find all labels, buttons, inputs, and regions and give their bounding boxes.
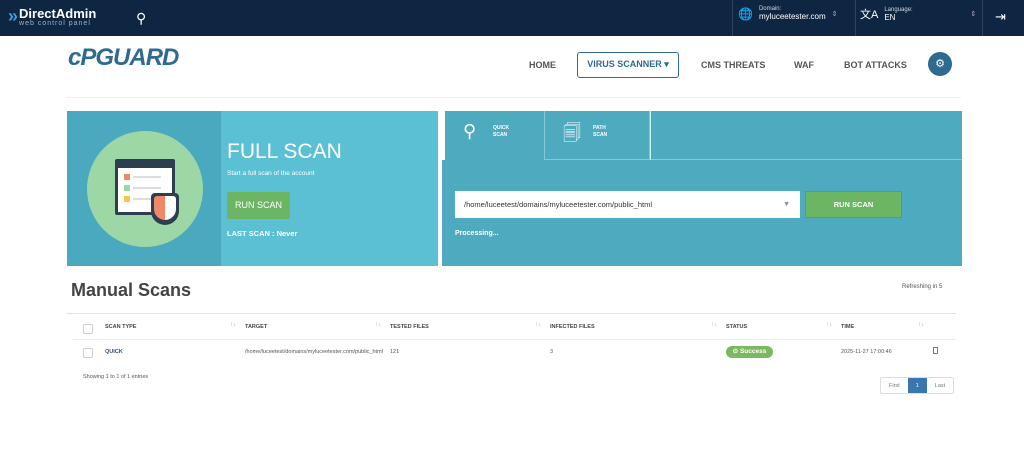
tab-label: QUICK xyxy=(493,125,510,131)
cell-tested-files: 121 xyxy=(390,349,400,355)
nav-home[interactable]: HOME xyxy=(529,60,556,70)
col-tested-files[interactable]: TESTED FILES xyxy=(390,324,429,330)
nav-bot-attacks[interactable]: BOT ATTACKS xyxy=(844,60,907,70)
col-infected-files[interactable]: INFECTED FILES xyxy=(550,324,595,330)
top-bar: » DirectAdmin web control panel ⚲ 🌐 Domai… xyxy=(0,0,1024,36)
updown-icon: ⇕ xyxy=(831,10,838,18)
status-text: Success xyxy=(739,348,767,355)
col-status[interactable]: STATUS xyxy=(726,324,747,330)
quick-scan-run-button[interactable]: RUN SCAN xyxy=(805,191,902,218)
col-scan-type[interactable]: SCAN TYPE xyxy=(105,324,136,330)
language-selector[interactable]: 文A Language: EN ⇕ xyxy=(860,6,976,22)
divider xyxy=(732,0,733,36)
cell-time: 2025-11-27 17:00:46 xyxy=(841,349,892,355)
path-value: /home/luceetest/domains/myluceetester.co… xyxy=(464,200,653,209)
entries-info: Showing 1 to 1 of 1 entries xyxy=(83,374,149,380)
status-badge: ⊙ Success xyxy=(726,346,773,358)
quick-scan-panel: ⚲ QUICK SCAN 🗐 PATH SCAN /home/luceetest/d… xyxy=(442,111,962,266)
manual-scans-title: Manual Scans xyxy=(71,280,192,300)
processing-status: Processing... xyxy=(455,230,499,237)
brand-sub: web control panel xyxy=(19,19,91,27)
sort-icon[interactable]: ↑↓ xyxy=(711,322,717,328)
caret-down-icon: ▾ xyxy=(664,59,669,69)
divider xyxy=(73,339,956,340)
full-scan-panel: FULL SCAN Start a full scan of the accou… xyxy=(67,111,438,266)
page-last[interactable]: Last xyxy=(927,378,953,393)
translate-icon: 文A xyxy=(860,9,879,21)
check-circle-icon: ⊙ xyxy=(732,348,739,355)
divider xyxy=(855,0,856,36)
refresh-countdown: Refreshing in 5 xyxy=(902,284,943,290)
row-checkbox[interactable] xyxy=(83,348,93,358)
divider xyxy=(982,0,983,36)
col-time[interactable]: TIME xyxy=(841,324,854,330)
scan-illustration-icon xyxy=(87,131,203,247)
settings-gear-icon[interactable]: ⚙ xyxy=(928,52,952,76)
domain-value: myluceetester.com xyxy=(758,12,826,21)
search-icon[interactable]: ⚲ xyxy=(136,10,146,27)
language-value: EN xyxy=(884,12,896,22)
sort-icon[interactable]: ↑↓ xyxy=(826,322,832,328)
globe-icon: 🌐 xyxy=(738,6,753,21)
tab-label: SCAN xyxy=(493,132,508,138)
full-scan-subtitle: Start a full scan of the account xyxy=(227,170,315,177)
full-scan-illustration xyxy=(67,111,221,266)
path-select[interactable]: /home/luceetest/domains/myluceetester.co… xyxy=(455,191,800,218)
tab-quick-scan[interactable]: ⚲ QUICK SCAN xyxy=(442,111,545,160)
caret-down-icon: ▼ xyxy=(783,201,790,208)
sort-icon[interactable]: ↑↓ xyxy=(375,322,381,328)
main-nav: HOME VIRUS SCANNER ▾ CMS THREATS WAF BOT… xyxy=(0,52,1024,78)
directadmin-chevron-icon: » xyxy=(8,6,18,26)
delete-icon[interactable] xyxy=(933,347,938,354)
page-1[interactable]: 1 xyxy=(907,378,927,393)
cell-infected-files: 3 xyxy=(550,349,554,355)
divider xyxy=(66,313,956,314)
sort-icon[interactable]: ↑↓ xyxy=(230,322,236,328)
directadmin-logo[interactable]: » DirectAdmin web control panel xyxy=(8,6,96,27)
full-scan-title: FULL SCAN xyxy=(227,140,342,163)
sort-icon[interactable]: ↑↓ xyxy=(918,322,924,328)
pagination: First 1 Last xyxy=(880,377,955,394)
page-first[interactable]: First xyxy=(881,378,908,393)
shield-icon xyxy=(151,193,179,225)
col-target[interactable]: TARGET xyxy=(245,324,267,330)
sort-icon[interactable]: ↑↓ xyxy=(535,322,541,328)
tab-path-scan[interactable]: 🗐 PATH SCAN xyxy=(545,111,650,160)
cell-target: /home/luceetest/domains/myluceetester.co… xyxy=(245,349,383,355)
updown-icon: ⇕ xyxy=(970,11,977,18)
tab-label: PATH xyxy=(593,125,606,131)
full-scan-run-button[interactable]: RUN SCAN xyxy=(227,192,290,219)
last-scan-text: LAST SCAN : Never xyxy=(227,229,298,238)
select-all-checkbox[interactable] xyxy=(83,324,93,334)
logout-icon[interactable]: ⇥ xyxy=(995,9,1006,25)
nav-cms-threats[interactable]: CMS THREATS xyxy=(701,60,765,70)
file-search-icon: 🗐 xyxy=(563,123,581,143)
nav-waf[interactable]: WAF xyxy=(794,60,814,70)
tab-label: SCAN xyxy=(593,132,608,138)
divider xyxy=(66,97,961,98)
nav-virus-scanner[interactable]: VIRUS SCANNER ▾ xyxy=(577,52,679,78)
cell-scan-type[interactable]: QUICK xyxy=(105,349,123,355)
tab-strip-filler xyxy=(650,111,962,160)
brand-name: DirectAdmin xyxy=(19,5,97,21)
nav-virus-scanner-label: VIRUS SCANNER xyxy=(587,59,662,69)
magnifier-icon: ⚲ xyxy=(463,121,477,141)
domain-selector[interactable]: 🌐 Domain: myluceetester.com ⇕ xyxy=(738,6,838,21)
